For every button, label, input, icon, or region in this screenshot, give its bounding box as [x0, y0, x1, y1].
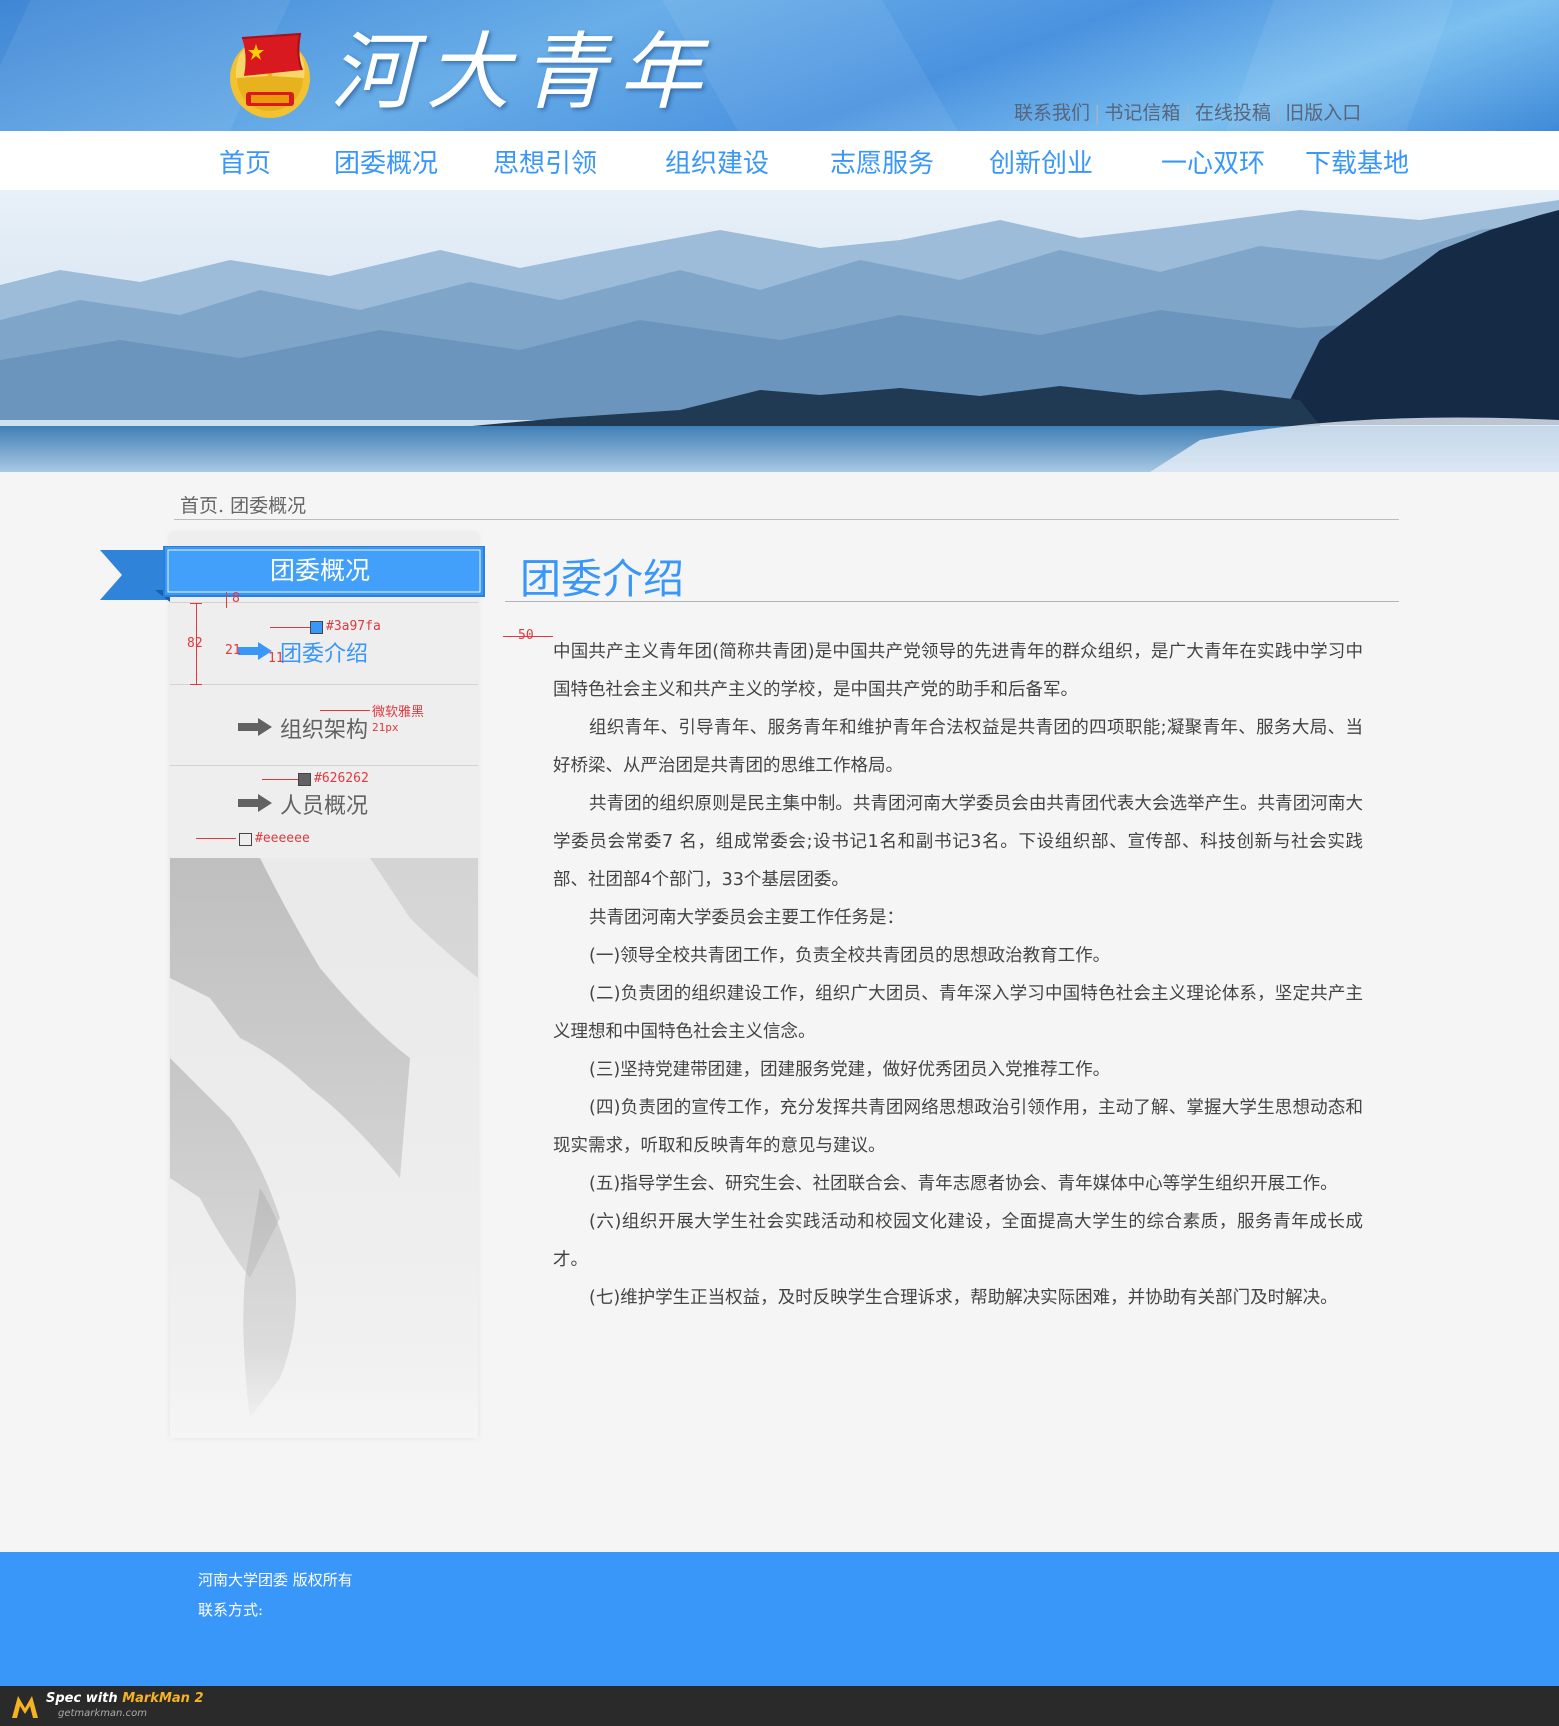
annotation-item-height: 82	[187, 636, 203, 651]
top-link-secretary-mailbox[interactable]: 书记信箱	[1104, 102, 1180, 124]
sidebar-item-label: 人员概况	[280, 794, 369, 819]
top-link-contact[interactable]: 联系我们	[1014, 102, 1090, 124]
breadcrumb[interactable]: 首页. 团委概况	[180, 491, 306, 518]
breadcrumb-divider	[174, 519, 1399, 520]
annotation-line	[190, 603, 202, 604]
site-header: 河大青年 联系我们 | 书记信箱 | 在线投稿 | 旧版入口	[0, 0, 1559, 131]
site-footer: 河南大学团委 版权所有 联系方式:	[0, 1552, 1559, 1686]
top-link-separator: |	[1184, 102, 1191, 124]
article-paragraph: 中国共产主义青年团(简称共青团)是中国共产党领导的先进青年的群众组织，是广大青年…	[553, 642, 1363, 700]
markman-logo-icon	[12, 1696, 38, 1718]
main-nav: 首页 团委概况 思想引领 组织建设 志愿服务 创新创业 一心双环 下载基地	[0, 131, 1559, 190]
site-title: 河大青年	[330, 23, 715, 121]
arrow-right-icon	[238, 718, 272, 736]
article-paragraph: (五)指导学生会、研究生会、社团联合会、青年志愿者协会、青年媒体中心等学生组织开…	[589, 1174, 1338, 1194]
sidebar-mist-image	[170, 858, 478, 1438]
nav-item-innovation[interactable]: 创新创业	[989, 143, 1093, 180]
footer-copyright: 河南大学团委 版权所有	[198, 1571, 353, 1589]
annotation-bg-color: #eeeeee	[255, 831, 310, 846]
markman-url[interactable]: getmarkman.com	[58, 1708, 147, 1719]
annotation-gap-top: 8	[232, 591, 240, 606]
top-link-separator: |	[1274, 102, 1282, 124]
annotation-content-indent: 50	[518, 628, 534, 643]
top-link-old-version[interactable]: 旧版入口	[1285, 102, 1361, 124]
nav-item-ideology[interactable]: 思想引领	[493, 143, 597, 180]
sidebar-title: 团委概况	[269, 556, 370, 585]
annotation-line	[196, 838, 236, 839]
sidebar-item-label: 团委介绍	[280, 642, 369, 667]
annotation-line	[190, 684, 202, 685]
article-paragraph: (一)领导全校共青团工作，负责全校共青团员的思想政治教育工作。	[589, 946, 1111, 966]
annotation-color-swatch	[239, 833, 252, 846]
article-paragraph: (二)负责团的组织建设工作，组织广大团员、青年深入学习中国特色社会主义理论体系，…	[553, 984, 1363, 1042]
article-paragraph: (六)组织开展大学生社会实践活动和校园文化建设，全面提高大学生的综合素质，服务青…	[553, 1212, 1363, 1270]
sidebar-divider	[170, 684, 478, 685]
nav-item-volunteer[interactable]: 志愿服务	[830, 143, 934, 180]
content-title: 团委介绍	[520, 555, 684, 603]
content-title-divider	[505, 601, 1399, 602]
arrow-right-icon	[238, 642, 272, 660]
annotation-line	[226, 592, 227, 608]
top-link-separator: |	[1094, 102, 1101, 124]
annotation-active-color: #3a97fa	[326, 619, 381, 634]
markman-spec-text: Spec with	[46, 1691, 123, 1706]
annotation-font-name: 微软雅黑	[372, 705, 425, 720]
footer-contact: 联系方式:	[198, 1601, 264, 1619]
annotation-line	[320, 710, 370, 711]
banner-landscape-image	[0, 190, 1559, 472]
nav-item-home[interactable]: 首页	[219, 143, 271, 180]
article-paragraph: (三)坚持党建带团建，团建服务党建，做好优秀团员入党推荐工作。	[589, 1060, 1111, 1080]
top-link-submit[interactable]: 在线投稿	[1195, 102, 1271, 124]
youth-league-emblem-icon[interactable]	[222, 26, 318, 122]
article-paragraph: (四)负责团的宣传工作，充分发挥共青团网络思想政治引领作用，主动了解、掌握大学生…	[553, 1098, 1363, 1156]
annotation-line	[270, 627, 310, 628]
arrow-right-icon	[238, 794, 272, 812]
annotation-arrow-gap: 11	[268, 651, 284, 666]
top-links: 联系我们 | 书记信箱 | 在线投稿 | 旧版入口	[1014, 98, 1361, 125]
annotation-line	[262, 779, 298, 780]
sidebar-item-intro[interactable]: 团委介绍	[170, 610, 478, 690]
nav-item-organization[interactable]: 组织建设	[665, 143, 769, 180]
nav-item-overview[interactable]: 团委概况	[334, 143, 438, 180]
nav-item-double-ring[interactable]: 一心双环	[1161, 143, 1265, 180]
annotation-font-size: 21px	[372, 721, 399, 734]
article-paragraph: 共青团的组织原则是民主集中制。共青团河南大学委员会由共青团代表大会选举产生。共青…	[553, 794, 1363, 890]
markman-bar: Spec with MarkMan 2 getmarkman.com	[0, 1686, 1559, 1726]
article-paragraph: 共青团河南大学委员会主要工作任务是：	[589, 908, 904, 928]
markman-caption: Spec with MarkMan 2	[46, 1691, 204, 1706]
annotation-text-color: #626262	[314, 771, 369, 786]
nav-item-downloads[interactable]: 下载基地	[1305, 143, 1409, 180]
annotation-color-swatch	[310, 621, 323, 634]
sidebar-divider	[170, 602, 478, 603]
sidebar-item-label: 组织架构	[280, 718, 369, 743]
markman-brand: MarkMan 2	[122, 1691, 204, 1706]
article-body: 中国共产主义青年团(简称共青团)是中国共产党领导的先进青年的群众组织，是广大青年…	[553, 633, 1363, 1317]
sidebar-item-structure[interactable]: 组织架构	[170, 686, 478, 766]
annotation-arrow-left: 21	[225, 643, 241, 658]
annotation-color-swatch	[298, 773, 311, 786]
article-paragraph: 组织青年、引导青年、服务青年和维护青年合法权益是共青团的四项职能;凝聚青年、服务…	[553, 718, 1363, 776]
article-paragraph: (七)维护学生正当权益，及时反映学生合理诉求，帮助解决实际困难，并协助有关部门及…	[589, 1288, 1338, 1308]
